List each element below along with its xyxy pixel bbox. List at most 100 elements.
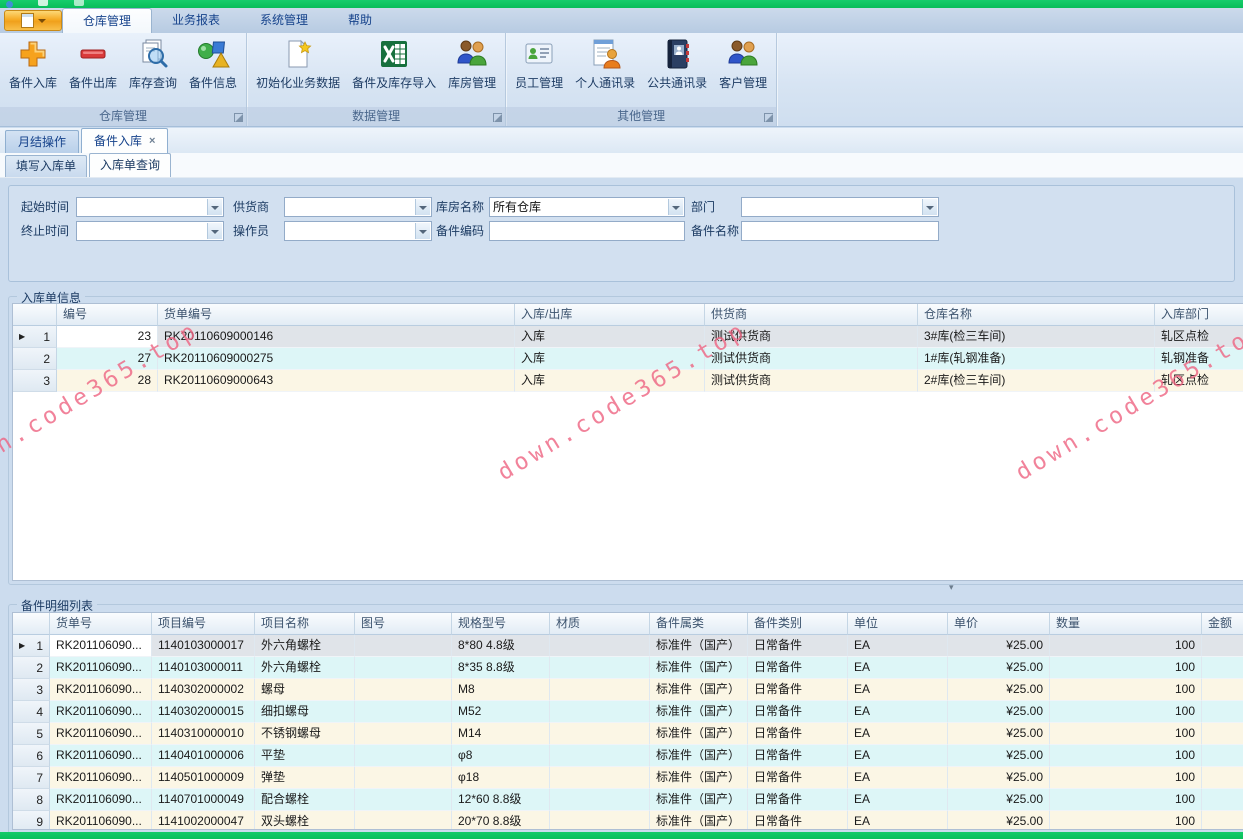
table-cell[interactable]: [1202, 745, 1243, 767]
table-cell[interactable]: ¥25.00: [948, 701, 1050, 723]
filter-combo-终止时间[interactable]: [76, 221, 224, 241]
table-row[interactable]: ▶ 1 RK201106090... 1140103000017 外六角螺栓 8*80 4…: [13, 635, 1243, 657]
column-header-数量[interactable]: 数量: [1050, 613, 1202, 635]
column-header-项目编号[interactable]: 项目编号: [152, 613, 255, 635]
combo-dropdown-button[interactable]: [668, 199, 683, 215]
table-cell[interactable]: 双头螺栓: [255, 811, 355, 829]
table-cell[interactable]: RK20110609000643: [158, 370, 515, 392]
table-cell[interactable]: RK201106090...: [50, 745, 152, 767]
table-cell[interactable]: ¥25.00: [948, 811, 1050, 829]
table-cell[interactable]: 标准件（国产）: [650, 723, 748, 745]
column-header-入库部门[interactable]: 入库部门: [1155, 304, 1243, 326]
table-cell[interactable]: 日常备件: [748, 679, 848, 701]
table-cell[interactable]: RK201106090...: [50, 767, 152, 789]
column-header-供货商[interactable]: 供货商: [705, 304, 918, 326]
table-row[interactable]: 3 28 RK20110609000643 入库 测试供货商 2#库(检三车间) 轧区点检: [13, 370, 1243, 392]
table-cell[interactable]: 12*60 8.8级: [452, 789, 550, 811]
table-cell[interactable]: [550, 745, 650, 767]
row-indicator[interactable]: 8: [13, 789, 50, 811]
combo-dropdown-button[interactable]: [922, 199, 937, 215]
table-cell[interactable]: 3#库(检三车间): [918, 326, 1155, 348]
table-row[interactable]: 7 RK201106090... 1140501000009 弹垫 φ18 标准件（国产）…: [13, 767, 1243, 789]
table-cell[interactable]: 日常备件: [748, 635, 848, 657]
table-cell[interactable]: 标准件（国产）: [650, 745, 748, 767]
table-cell[interactable]: 8*80 4.8级: [452, 635, 550, 657]
table-cell[interactable]: 日常备件: [748, 789, 848, 811]
table-cell[interactable]: RK201106090...: [50, 701, 152, 723]
table-cell[interactable]: [550, 657, 650, 679]
dialog-launcher-icon[interactable]: [764, 113, 774, 122]
table-row[interactable]: 8 RK201106090... 1140701000049 配合螺栓 12*60 8.…: [13, 789, 1243, 811]
table-cell[interactable]: RK201106090...: [50, 635, 152, 657]
table-row[interactable]: 9 RK201106090... 1141002000047 双头螺栓 20*70 8.…: [13, 811, 1243, 829]
table-cell[interactable]: φ18: [452, 767, 550, 789]
table-cell[interactable]: 标准件（国产）: [650, 679, 748, 701]
table-cell[interactable]: RK201106090...: [50, 723, 152, 745]
table-cell[interactable]: 100: [1050, 635, 1202, 657]
table-cell[interactable]: EA: [848, 745, 948, 767]
table-cell[interactable]: [1202, 723, 1243, 745]
row-indicator[interactable]: 2: [13, 657, 50, 679]
filter-combo-库房名称[interactable]: 所有仓库: [489, 197, 685, 217]
table-cell[interactable]: RK20110609000275: [158, 348, 515, 370]
table-cell[interactable]: 1140401000006: [152, 745, 255, 767]
table-cell[interactable]: [550, 635, 650, 657]
row-indicator[interactable]: 3: [13, 679, 50, 701]
combo-dropdown-button[interactable]: [207, 199, 222, 215]
table-cell[interactable]: RK201106090...: [50, 657, 152, 679]
row-indicator[interactable]: 7: [13, 767, 50, 789]
table-cell[interactable]: [1202, 767, 1243, 789]
dialog-launcher-icon[interactable]: [493, 113, 503, 122]
table-cell[interactable]: 测试供货商: [705, 326, 918, 348]
combo-dropdown-button[interactable]: [207, 223, 222, 239]
row-indicator[interactable]: 5: [13, 723, 50, 745]
table-cell[interactable]: EA: [848, 789, 948, 811]
table-cell[interactable]: 入库: [515, 326, 705, 348]
table-cell[interactable]: [355, 745, 452, 767]
table-cell[interactable]: ¥25.00: [948, 657, 1050, 679]
table-cell[interactable]: EA: [848, 657, 948, 679]
filter-combo-操作员[interactable]: [284, 221, 432, 241]
table-cell[interactable]: [355, 811, 452, 829]
sub-tab-入库单查询[interactable]: 入库单查询: [89, 153, 172, 177]
table-row[interactable]: 2 RK201106090... 1140103000011 外六角螺栓 8*35 8.…: [13, 657, 1243, 679]
ribbon-button-客户管理[interactable]: 客户管理: [713, 34, 773, 91]
table-cell[interactable]: 入库: [515, 370, 705, 392]
table-cell[interactable]: φ8: [452, 745, 550, 767]
row-indicator[interactable]: 4: [13, 701, 50, 723]
table-cell[interactable]: 1140501000009: [152, 767, 255, 789]
table-cell[interactable]: 标准件（国产）: [650, 635, 748, 657]
close-icon[interactable]: ×: [149, 131, 155, 152]
table-cell[interactable]: RK201106090...: [50, 679, 152, 701]
menu-tab-业务报表[interactable]: 业务报表: [152, 8, 240, 33]
table-cell[interactable]: 8*35 8.8级: [452, 657, 550, 679]
table-cell[interactable]: RK201106090...: [50, 789, 152, 811]
table-cell[interactable]: 标准件（国产）: [650, 789, 748, 811]
table-cell[interactable]: ¥25.00: [948, 767, 1050, 789]
table-cell[interactable]: RK20110609000146: [158, 326, 515, 348]
ribbon-button-库房管理[interactable]: 库房管理: [442, 34, 502, 91]
table-cell[interactable]: 日常备件: [748, 701, 848, 723]
table-cell[interactable]: [1202, 679, 1243, 701]
table-cell[interactable]: 100: [1050, 789, 1202, 811]
row-indicator[interactable]: 3: [13, 370, 57, 392]
table-cell[interactable]: EA: [848, 811, 948, 829]
table-cell[interactable]: 细扣螺母: [255, 701, 355, 723]
table-row[interactable]: 2 27 RK20110609000275 入库 测试供货商 1#库(轧钢准备) 轧钢准备: [13, 348, 1243, 370]
table-cell[interactable]: 1140310000010: [152, 723, 255, 745]
ribbon-button-备件入库[interactable]: 备件入库: [3, 34, 63, 91]
table-cell[interactable]: [355, 701, 452, 723]
table-cell[interactable]: EA: [848, 635, 948, 657]
table-cell[interactable]: 1140302000002: [152, 679, 255, 701]
table-cell[interactable]: M14: [452, 723, 550, 745]
table-row[interactable]: 3 RK201106090... 1140302000002 螺母 M8 标准件（国产）日…: [13, 679, 1243, 701]
column-header-货单号[interactable]: 货单号: [50, 613, 152, 635]
table-row[interactable]: 4 RK201106090... 1140302000015 细扣螺母 M52 标准件（国…: [13, 701, 1243, 723]
filter-combo-起始时间[interactable]: [76, 197, 224, 217]
column-header-材质[interactable]: 材质: [550, 613, 650, 635]
filter-input-备件名称[interactable]: [741, 221, 939, 241]
table-cell[interactable]: 100: [1050, 723, 1202, 745]
table-cell[interactable]: 100: [1050, 745, 1202, 767]
table-cell[interactable]: EA: [848, 723, 948, 745]
filter-combo-供货商[interactable]: [284, 197, 432, 217]
